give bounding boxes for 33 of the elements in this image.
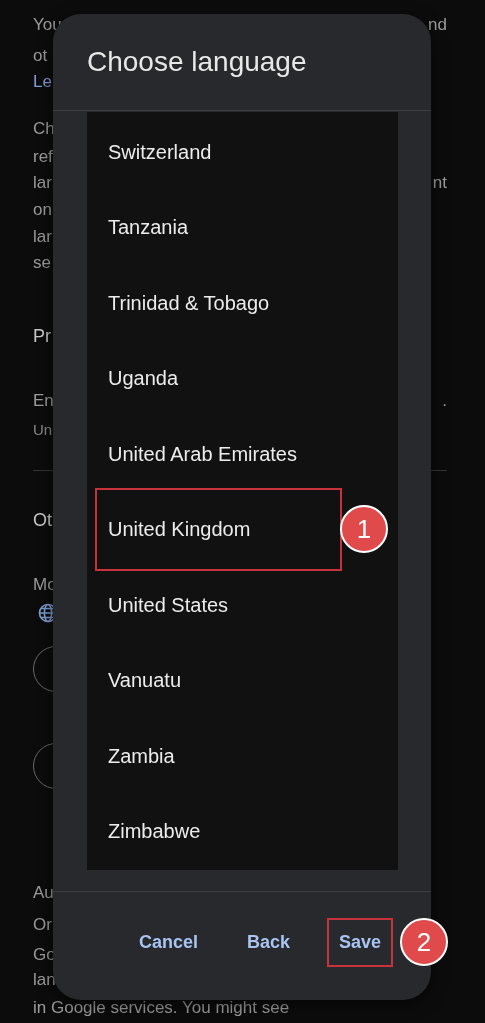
list-item[interactable]: Tanzania xyxy=(87,190,398,266)
body-text: nt xyxy=(432,172,447,194)
section-heading: Pr xyxy=(33,325,51,348)
body-text: Or xyxy=(33,914,52,936)
dialog-button[interactable]: Back xyxy=(234,917,302,967)
dialog-button[interactable]: Cancel xyxy=(126,917,210,967)
list-item[interactable]: Zimbabwe xyxy=(87,794,398,870)
list-item[interactable]: United States xyxy=(87,567,398,643)
list-item[interactable]: United Kingdom 1 xyxy=(87,492,398,568)
link-text[interactable]: Le xyxy=(33,70,52,94)
list-item[interactable]: Uganda xyxy=(87,341,398,417)
body-text: in Google services. You might see xyxy=(33,997,290,1019)
body-text: nd xyxy=(428,14,447,36)
step-badge: 1 xyxy=(340,505,388,553)
body-text: . xyxy=(442,390,447,412)
list-item[interactable]: Trinidad & Tobago xyxy=(87,265,398,341)
body-text: lar xyxy=(33,172,52,194)
body-text: En xyxy=(33,390,54,412)
body-text: Au xyxy=(33,882,54,904)
body-text: Un xyxy=(33,420,53,440)
list-item[interactable]: Switzerland xyxy=(87,114,398,190)
body-text: se xyxy=(33,252,51,274)
body-text: ot xyxy=(33,45,48,67)
dialog-button[interactable]: Save xyxy=(326,917,393,967)
body-text: lan xyxy=(33,969,56,991)
list-item[interactable]: United Arab Emirates xyxy=(87,416,398,492)
list-item[interactable]: Vanuatu xyxy=(87,643,398,719)
section-heading: Ot xyxy=(33,509,52,532)
body-text: on xyxy=(33,199,52,221)
body-text: lar xyxy=(33,226,52,248)
body-text: ref xyxy=(33,146,53,168)
step-badge: 2 xyxy=(400,918,448,966)
list-item[interactable]: Zambia xyxy=(87,718,398,794)
